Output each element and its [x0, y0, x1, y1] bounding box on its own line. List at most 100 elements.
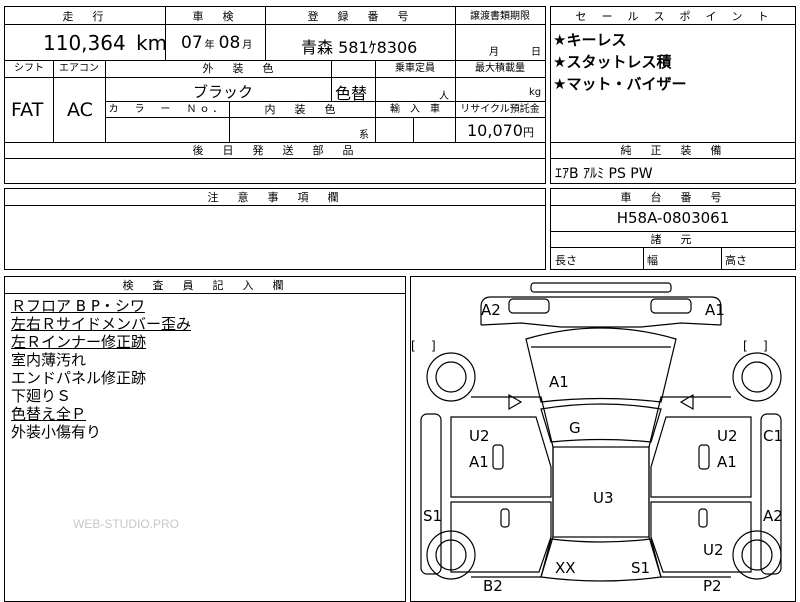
inspector-notes-box: 検 査 員 記 入 欄 Ｒフロア B P・シワ 左右Ｒサイドメンバー歪み 左Ｒイ…	[4, 276, 406, 602]
inspection-month: 08	[218, 33, 241, 53]
label-left-front-door-top: U2	[469, 427, 490, 445]
max-load-unit: kg	[529, 87, 542, 98]
inspector-note: 色替え全Ｐ	[11, 405, 87, 423]
car-diagram-box: A2 A1 [ ] [ ] A1 G U2 A1 U2 A1 C1 U3 S1 …	[410, 276, 796, 602]
mileage-value: 110,364 km	[43, 31, 167, 55]
front-left-wheel-inner	[435, 361, 467, 393]
length-label: 長さ	[555, 254, 577, 267]
recycle-value: 10,070円	[467, 121, 534, 140]
left-front-handle	[492, 444, 504, 470]
recycle-amount: 10,070	[467, 121, 523, 140]
inspection-year-unit: 年	[204, 40, 215, 51]
aircon-value: AC	[67, 99, 93, 121]
inspection-header: 車 検	[192, 10, 238, 23]
right-rear-door-shape	[650, 501, 752, 573]
genuine-equipment-value: ｴｱB ｱﾙﾐ PS PW	[555, 166, 653, 182]
capacity-unit: 人	[439, 91, 449, 102]
label-right-fender: C1	[763, 427, 784, 445]
mileage-number: 110,364	[43, 31, 126, 55]
sales-points-header: セ ー ル ス ポ イ ン ト	[575, 10, 771, 23]
grille-outline	[480, 322, 722, 328]
front-bumper-shape	[530, 282, 672, 293]
recycle-header: リサイクル預託金	[460, 104, 540, 115]
registration-value: 青森 581ｹ8306	[301, 38, 418, 57]
mileage-header: 走 行	[62, 10, 108, 23]
inspection-value: 07 年 08 月	[181, 33, 252, 53]
genuine-equipment-box: 純 正 装 備 ｴｱB ｱﾙﾐ PS PW	[550, 142, 796, 184]
capacity-header: 乗車定員	[395, 63, 435, 74]
shift-value: FAT	[11, 99, 44, 121]
front-left-wheel	[426, 352, 476, 402]
cautions-box: 注 意 事 項 欄	[4, 188, 546, 270]
label-rear-window: XX	[555, 559, 576, 577]
label-front-right-corner: A1	[705, 301, 725, 319]
interior-color-header: 内 装 色	[264, 103, 340, 116]
inspector-note: 左Ｒインナー修正跡	[11, 333, 147, 351]
sales-points-box: セ ー ル ス ポ イ ン ト ★キーレス ★スタットレス積 ★マット・バイザー	[550, 6, 796, 143]
label-trunk: S1	[631, 559, 651, 577]
bracket-left: [ ]	[411, 339, 436, 353]
bracket-right: [ ]	[743, 339, 768, 353]
inspector-note: エンドパネル修正跡	[11, 369, 147, 387]
genuine-equipment-header: 純 正 装 備	[620, 144, 726, 157]
chassis-header: 車 台 番 号	[620, 191, 726, 204]
deadline-day-unit: 日	[531, 47, 541, 58]
import-header: 輸 入 車	[390, 104, 440, 115]
vehicle-info-table: 走 行 車 検 登 録 番 号 譲渡書類期限 110,364 km 07 年 08 月…	[4, 6, 546, 184]
left-sill-shape	[420, 413, 442, 575]
label-hood: A1	[549, 373, 569, 391]
front-right-corner-shape	[650, 298, 692, 314]
deadline-month-unit: 月	[489, 47, 499, 58]
label-right-rear: A2	[763, 507, 783, 525]
left-front-door-shape	[450, 416, 552, 498]
label-left-front-door-bottom: A1	[469, 453, 489, 471]
right-front-handle	[698, 444, 710, 470]
interior-color-unit: 系	[359, 130, 369, 141]
inspector-header: 検 査 員 記 入 欄	[122, 279, 288, 292]
label-rear-left: B2	[483, 577, 503, 595]
left-rear-handle	[500, 508, 510, 528]
later-parts-header: 後 日 発 送 部 品	[192, 144, 358, 157]
rear-right-wheel-inner	[741, 539, 773, 571]
inspection-year: 07	[181, 33, 203, 53]
label-right-front-door-top: U2	[717, 427, 738, 445]
label-windshield: G	[569, 419, 581, 437]
mileage-unit: km	[136, 31, 168, 55]
recycle-unit: 円	[522, 126, 534, 139]
inspector-note: 室内薄汚れ	[11, 351, 87, 369]
inspector-note: Ｒフロア B P・シワ	[11, 297, 145, 315]
left-body-outline	[471, 396, 554, 578]
aircon-header: エアコン	[59, 63, 99, 74]
inspector-note: 左右Ｒサイドメンバー歪み	[11, 315, 192, 333]
label-roof: U3	[593, 489, 614, 507]
label-left-sill: S1	[423, 507, 443, 525]
height-label: 高さ	[725, 254, 747, 267]
sales-point-item: ★キーレス	[553, 31, 627, 49]
shift-header: シフト	[14, 63, 44, 74]
watermark: WEB-STUDIO.PRO	[73, 517, 180, 531]
dimensions-header: 諸 元	[650, 233, 696, 246]
front-left-corner-shape	[508, 298, 550, 314]
inspector-note: 下廻りＳ	[11, 387, 72, 405]
windshield-shape	[540, 403, 662, 443]
sales-point-item: ★スタットレス積	[553, 53, 672, 71]
right-rear-handle	[698, 508, 708, 528]
label-rear-right: P2	[703, 577, 722, 595]
exterior-color-value: ブラック	[193, 83, 254, 101]
transfer-deadline-header: 譲渡書類期限	[470, 11, 530, 22]
registration-header: 登 録 番 号	[307, 10, 413, 23]
max-load-header: 最大積載量	[475, 63, 525, 74]
width-label: 幅	[647, 254, 658, 267]
inspector-notes-list: Ｒフロア B P・シワ 左右Ｒサイドメンバー歪み 左Ｒインナー修正跡 室内薄汚れ…	[11, 297, 191, 441]
sales-point-item: ★マット・バイザー	[553, 75, 687, 93]
inspector-note: 外装小傷有り	[11, 423, 102, 441]
front-right-wheel	[732, 352, 782, 402]
car-front-outline	[480, 296, 722, 325]
repaint-label: 色替	[335, 84, 368, 103]
front-right-wheel-inner	[741, 361, 773, 393]
inspection-month-unit: 月	[242, 40, 253, 51]
rear-right-wheel	[732, 530, 782, 580]
chassis-box: 車 台 番 号 H58A-0803061 諸 元 長さ 幅 高さ	[550, 188, 796, 270]
chassis-value: H58A-0803061	[616, 209, 730, 227]
label-front-left-corner: A2	[481, 301, 501, 319]
